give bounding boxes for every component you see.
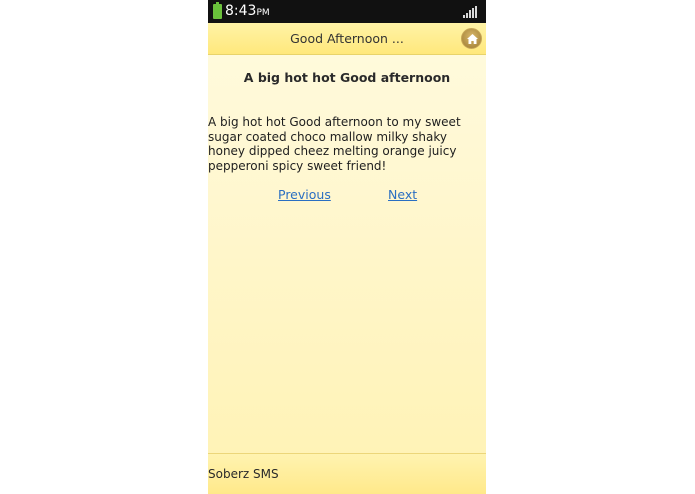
app-header: Good Afternoon ...: [208, 23, 486, 55]
previous-link[interactable]: Previous: [278, 187, 331, 202]
page-title: Good Afternoon ...: [290, 31, 404, 46]
battery-icon: [213, 2, 222, 19]
status-clock: 8:43PM: [225, 3, 270, 21]
home-button[interactable]: [461, 28, 482, 49]
content-title: A big hot hot Good afternoon: [243, 70, 451, 85]
sms-message-text: A big hot hot Good afternoon to my sweet…: [208, 115, 461, 173]
home-icon: [467, 34, 478, 44]
phone-screen: 8:43PM Good Afternoon ... A big hot hot …: [208, 0, 486, 494]
signal-icon: [463, 6, 477, 18]
app-footer: Soberz SMS: [208, 453, 486, 494]
status-bar: 8:43PM: [208, 0, 486, 23]
next-link[interactable]: Next: [388, 187, 417, 202]
footer-app-name: Soberz SMS: [208, 467, 279, 481]
clock-time: 8:43: [225, 3, 257, 19]
clock-ampm: PM: [256, 8, 270, 18]
